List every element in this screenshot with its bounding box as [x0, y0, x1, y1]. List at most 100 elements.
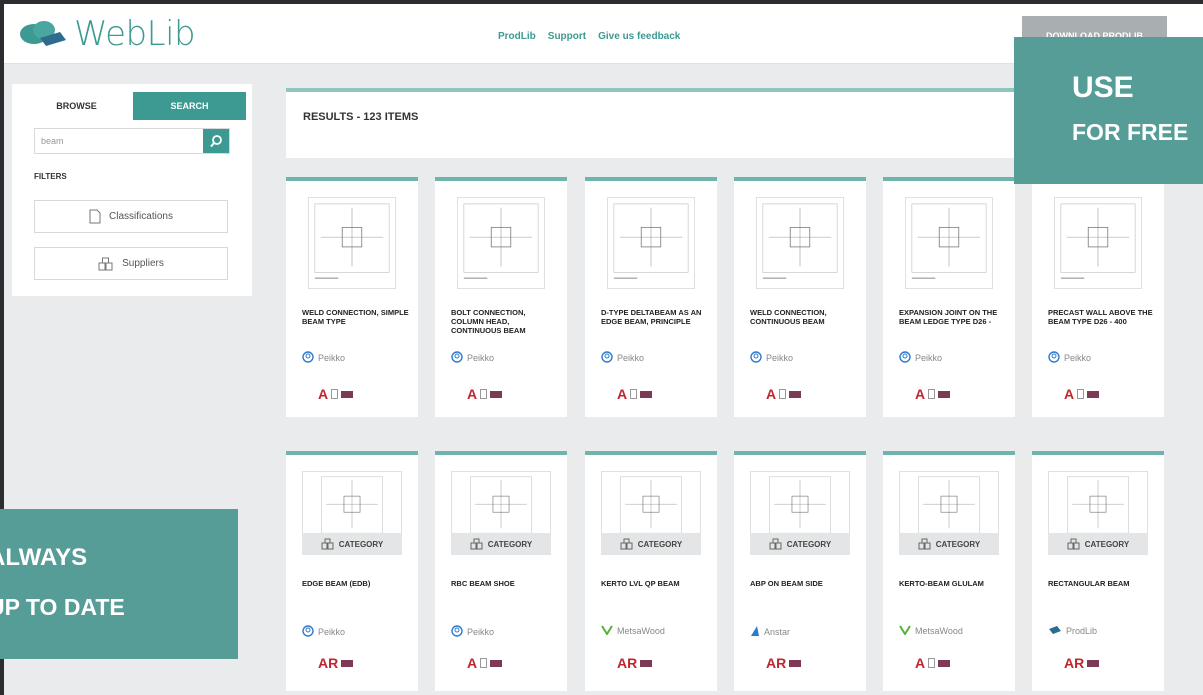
- document-icon: [89, 209, 101, 224]
- supplier-link[interactable]: Peikko: [302, 625, 345, 639]
- flag-icon: [1087, 390, 1100, 398]
- category-label: CATEGORY: [935, 539, 981, 549]
- promo-banner-use-free: USE FOR FREE: [1014, 37, 1203, 184]
- suppliers-label: Suppliers: [122, 258, 164, 269]
- supplier-link[interactable]: MetsaWood: [601, 625, 665, 637]
- suppliers-filter-button[interactable]: Suppliers: [34, 247, 228, 280]
- supplier-name: Peikko: [1064, 353, 1092, 363]
- flag-icon: [1087, 659, 1100, 667]
- format-letters: A: [915, 655, 926, 671]
- format-icons: A: [467, 655, 503, 671]
- result-card[interactable]: D-TYPE DELTABEAM AS AN EDGE BEAM, PRINCI…: [585, 177, 717, 417]
- supplier-link[interactable]: Peikko: [302, 351, 345, 365]
- card-title[interactable]: ABP ON BEAM SIDE: [750, 579, 858, 588]
- flag-icon: [789, 659, 802, 667]
- flag-icon: [789, 390, 802, 398]
- card-title[interactable]: RBC BEAM SHOE: [451, 579, 559, 588]
- supplier-icon: [899, 625, 911, 637]
- card-title[interactable]: KERTO-BEAM GLULAM: [899, 579, 1007, 588]
- search-icon: [210, 135, 222, 148]
- format-icons: A: [617, 386, 653, 402]
- cloud-book-icon: [20, 21, 66, 46]
- result-card[interactable]: CATEGORY EDGE BEAM (EDB) Peikko AR: [286, 451, 418, 691]
- card-title[interactable]: WELD CONNECTION, CONTINUOUS BEAM: [750, 308, 858, 326]
- drawing-thumbnail: [756, 197, 844, 289]
- flag-icon: [640, 390, 653, 398]
- promo-bottom-line1: ALWAYS: [0, 544, 88, 571]
- result-card[interactable]: CATEGORY ABP ON BEAM SIDE Anstar AR: [734, 451, 866, 691]
- category-badge[interactable]: CATEGORY: [1048, 533, 1148, 555]
- format-icons: A: [318, 386, 354, 402]
- logo[interactable]: WebLib: [16, 14, 196, 54]
- card-title[interactable]: EDGE BEAM (EDB): [302, 579, 410, 588]
- format-letters: A: [915, 386, 926, 402]
- supplier-link[interactable]: Anstar: [750, 625, 790, 639]
- supplier-icon: [1048, 351, 1060, 365]
- promo-top-line1: USE: [1072, 71, 1134, 104]
- promo-bottom-line2: UP TO DATE: [0, 594, 125, 620]
- promo-top-line2: FOR FREE: [1072, 119, 1189, 145]
- card-title[interactable]: EXPANSION JOINT ON THE BEAM LEDGE TYPE D…: [899, 308, 1007, 326]
- format-letters: A: [318, 386, 329, 402]
- card-title[interactable]: RECTANGULAR BEAM: [1048, 579, 1156, 588]
- supplier-link[interactable]: MetsaWood: [899, 625, 963, 637]
- supplier-link[interactable]: Peikko: [899, 351, 942, 365]
- tab-search[interactable]: SEARCH: [133, 92, 246, 120]
- result-card[interactable]: BOLT CONNECTION, COLUMN HEAD, CONTINUOUS…: [435, 177, 567, 417]
- card-title[interactable]: D-TYPE DELTABEAM AS AN EDGE BEAM, PRINCI…: [601, 308, 709, 326]
- card-title[interactable]: BOLT CONNECTION, COLUMN HEAD, CONTINUOUS…: [451, 308, 559, 335]
- supplier-name: MetsaWood: [915, 626, 963, 636]
- category-badge[interactable]: CATEGORY: [451, 533, 551, 555]
- category-badge[interactable]: CATEGORY: [899, 533, 999, 555]
- format-icons: AR: [1064, 655, 1100, 671]
- document-icon: [630, 389, 638, 399]
- search-button[interactable]: [203, 129, 229, 153]
- nav-support[interactable]: Support: [548, 31, 586, 42]
- search-input[interactable]: [35, 129, 195, 153]
- supplier-name: Peikko: [915, 353, 943, 363]
- supplier-link[interactable]: Peikko: [451, 351, 494, 365]
- classifications-filter-button[interactable]: Classifications: [34, 200, 228, 233]
- supplier-link[interactable]: ProdLib: [1048, 625, 1097, 637]
- category-label: CATEGORY: [338, 539, 384, 549]
- category-badge[interactable]: CATEGORY: [750, 533, 850, 555]
- supplier-link[interactable]: Peikko: [601, 351, 644, 365]
- supplier-icon: [302, 625, 314, 639]
- document-icon: [928, 658, 936, 668]
- drawing-thumbnail: [607, 197, 695, 289]
- classifications-label: Classifications: [109, 211, 173, 222]
- result-card[interactable]: EXPANSION JOINT ON THE BEAM LEDGE TYPE D…: [883, 177, 1015, 417]
- supplier-icon: [451, 351, 463, 365]
- card-title[interactable]: PRECAST WALL ABOVE THE BEAM TYPE D26 - 4…: [1048, 308, 1156, 326]
- category-label: CATEGORY: [786, 539, 832, 549]
- supplier-link[interactable]: Peikko: [451, 625, 494, 639]
- format-letters: A: [467, 386, 478, 402]
- result-card[interactable]: WELD CONNECTION, CONTINUOUS BEAM Peikko A: [734, 177, 866, 417]
- flag-icon: [938, 659, 951, 667]
- nav-prodlib[interactable]: ProdLib: [498, 31, 536, 42]
- category-badge[interactable]: CATEGORY: [302, 533, 402, 555]
- top-nav: ProdLib Support Give us feedback: [498, 31, 680, 42]
- result-card[interactable]: WELD CONNECTION, SIMPLE BEAM TYPE Peikko A: [286, 177, 418, 417]
- result-card[interactable]: CATEGORY RBC BEAM SHOE Peikko A: [435, 451, 567, 691]
- filters-label: FILTERS: [34, 172, 67, 181]
- flag-icon: [938, 390, 951, 398]
- boxes-icon: [769, 538, 782, 550]
- result-card[interactable]: CATEGORY KERTO-BEAM GLULAM MetsaWood A: [883, 451, 1015, 691]
- supplier-link[interactable]: Peikko: [1048, 351, 1091, 365]
- card-title[interactable]: KERTO LVL QP BEAM: [601, 579, 709, 588]
- category-badge[interactable]: CATEGORY: [601, 533, 701, 555]
- format-icons: A: [915, 655, 951, 671]
- tab-browse[interactable]: BROWSE: [20, 92, 133, 120]
- result-card[interactable]: PRECAST WALL ABOVE THE BEAM TYPE D26 - 4…: [1032, 177, 1164, 417]
- supplier-link[interactable]: Peikko: [750, 351, 793, 365]
- format-letters: A: [766, 386, 777, 402]
- nav-feedback[interactable]: Give us feedback: [598, 31, 680, 42]
- result-card[interactable]: CATEGORY RECTANGULAR BEAM ProdLib AR: [1032, 451, 1164, 691]
- document-icon: [928, 389, 936, 399]
- document-icon: [779, 389, 787, 399]
- result-card[interactable]: CATEGORY KERTO LVL QP BEAM MetsaWood AR: [585, 451, 717, 691]
- format-letters: AR: [766, 655, 787, 671]
- logo-text: WebLib: [74, 14, 196, 54]
- card-title[interactable]: WELD CONNECTION, SIMPLE BEAM TYPE: [302, 308, 410, 326]
